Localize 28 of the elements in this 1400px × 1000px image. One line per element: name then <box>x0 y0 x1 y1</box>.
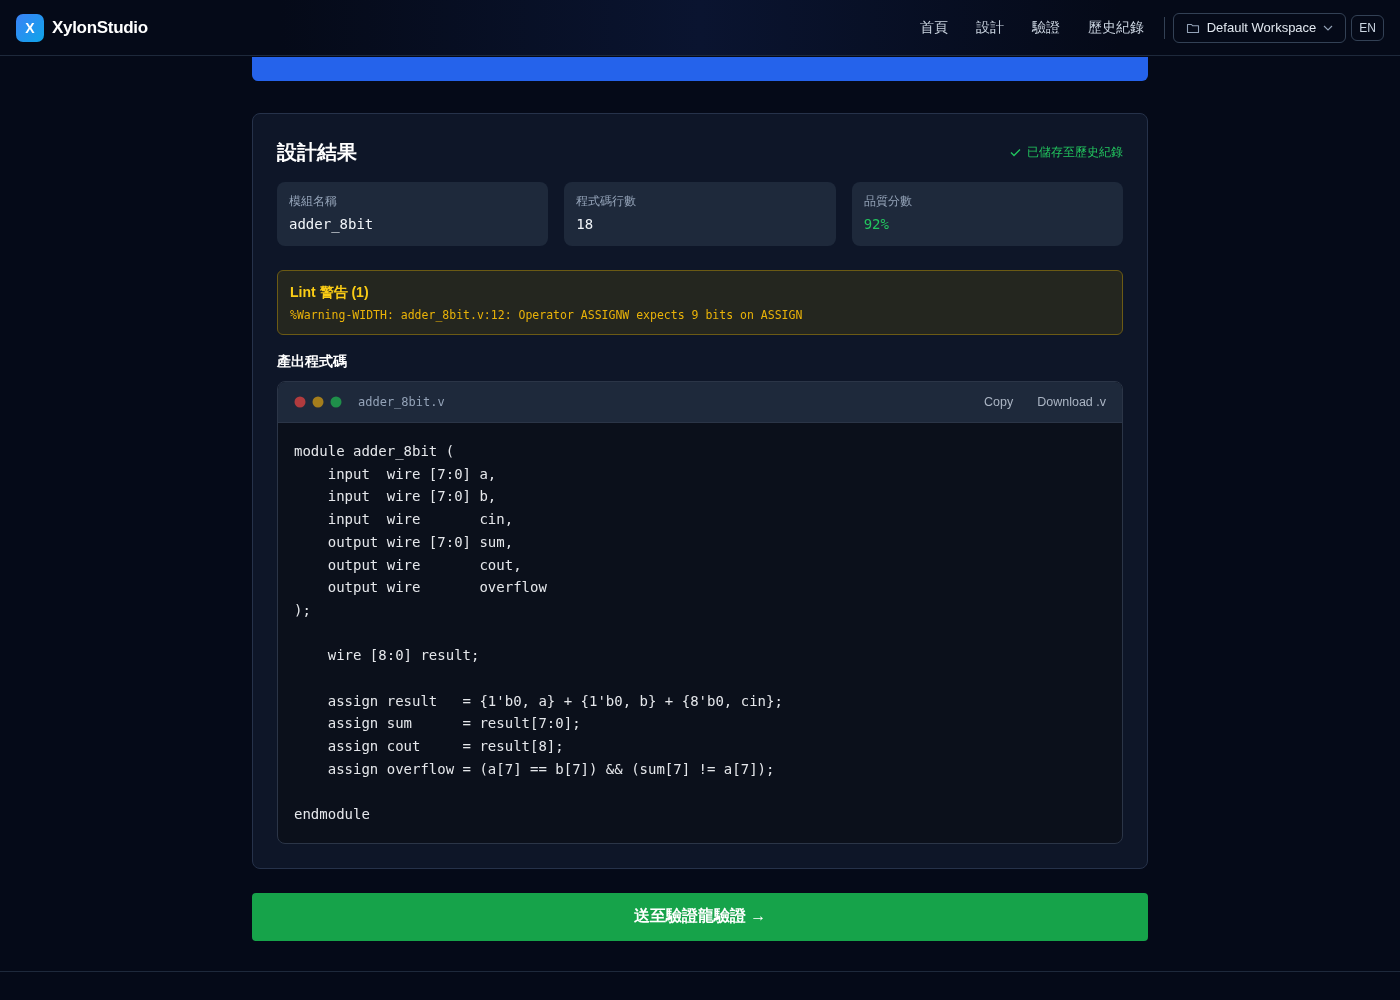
nav-link[interactable]: 歷史紀錄 <box>1087 18 1144 37</box>
stat-value: 92% <box>863 216 890 232</box>
folder-icon <box>1185 21 1200 34</box>
stat-label: 程式碼行數 <box>576 193 638 210</box>
section-heading: 產出程式碼 <box>277 353 348 371</box>
stat-label: 品質分數 <box>863 193 913 210</box>
warning-title: Lint 警告 (1) <box>290 284 370 302</box>
language-button[interactable]: EN <box>1351 14 1384 41</box>
code-text: module adder_8bit ( input wire [7:0] a, input wire [7:0] b, input wire cin, output wire [7:0] sum, output wire cout, output wire overflow ); wire [8:0] result; assign result = {1'b0, a} + {1'b0, b} + {8'b0, cin}; assign sum = result[7:0]; assign cout = result[8]; assign overflow = (a[7] == b[7]) && (sum[7] != a[7]); endmodule <box>293 442 784 825</box>
file-name: adder_8bit.v <box>358 395 445 409</box>
warning-message: %Warning-WIDTH: adder_8bit.v:12: Operator ASSIGNW expects 9 bits on ASSIGN <box>290 308 804 322</box>
nav-link[interactable]: 驗證 <box>1031 18 1060 37</box>
logo-icon: X <box>16 13 44 42</box>
nav-link[interactable]: 首頁 <box>919 18 948 37</box>
stat-value: 18 <box>576 216 595 232</box>
workspace-dropdown[interactable]: Default Workspace <box>1172 12 1347 43</box>
section-title: 設計結果 <box>277 139 357 165</box>
code-action-button[interactable]: Copy <box>984 395 1014 409</box>
check-icon <box>1010 147 1021 157</box>
brand-name: XylonStudio <box>52 17 148 38</box>
window-dots-icon <box>294 396 342 408</box>
saved-status: 已儲存至歷史紀錄 <box>1027 143 1123 161</box>
generate-button[interactable] <box>252 57 1148 81</box>
nav-link[interactable]: 設計 <box>975 18 1004 37</box>
stat-label: 模組名稱 <box>289 193 338 210</box>
code-action-button[interactable]: Download .v <box>1037 395 1106 409</box>
chevron-down-icon <box>1323 24 1334 31</box>
stat-value: adder_8bit <box>289 216 375 232</box>
